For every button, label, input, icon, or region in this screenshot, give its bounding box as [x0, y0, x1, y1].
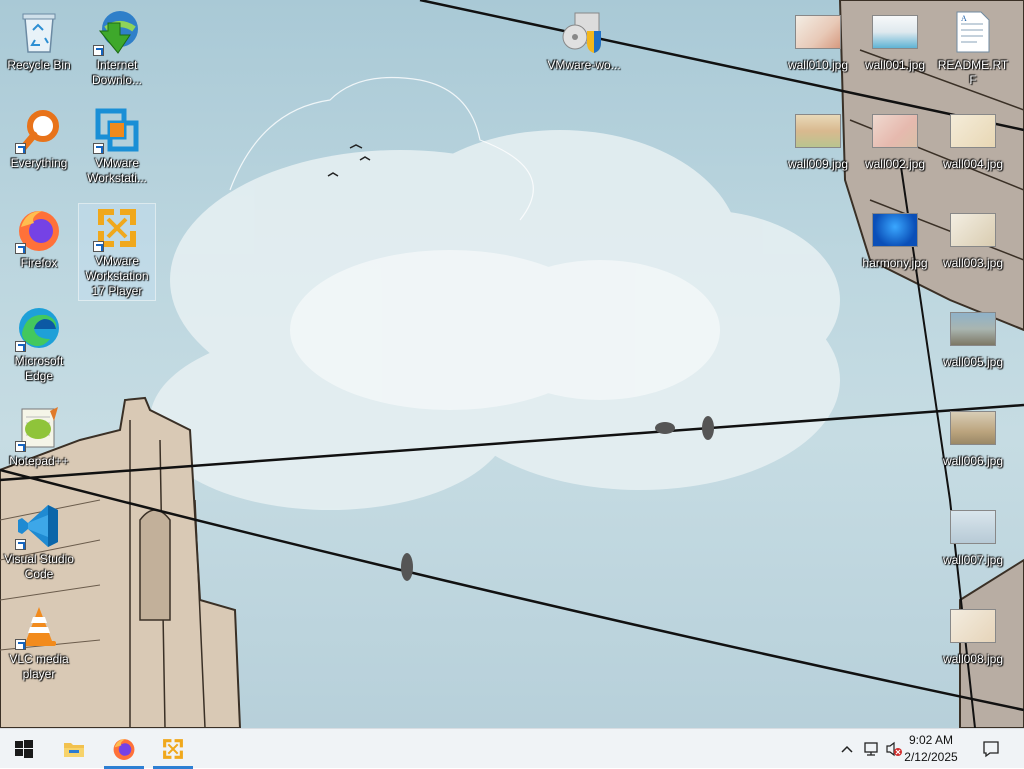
- icon-label: harmony.jpg: [862, 256, 928, 270]
- taskbar-clock[interactable]: 9:02 AM 2/12/2025: [896, 732, 966, 766]
- icon-label: VMware Workstation 17 Player: [85, 254, 149, 298]
- image-file-icon: [949, 404, 997, 452]
- internet-download-manager-shortcut[interactable]: Internet Downlo...: [79, 8, 155, 88]
- shortcut-arrow-icon: [15, 341, 26, 352]
- taskbar-vmware-player[interactable]: [149, 729, 197, 769]
- firefox-icon: [15, 206, 63, 254]
- vlc-shortcut[interactable]: VLC media player: [1, 602, 77, 682]
- installer-icon: [560, 8, 608, 56]
- recycle-bin-icon: [15, 8, 63, 56]
- svg-text:A: A: [961, 14, 967, 23]
- shortcut-arrow-icon: [15, 243, 26, 254]
- notifications-icon: [983, 741, 999, 758]
- image-file-icon: [949, 107, 997, 155]
- wall007-file[interactable]: wall007.jpg: [935, 503, 1011, 568]
- icon-label: Internet Downlo...: [91, 58, 143, 87]
- shortcut-arrow-icon: [93, 45, 104, 56]
- vscode-icon: [15, 502, 63, 550]
- icon-label: VMware Workstati...: [87, 156, 147, 185]
- wall002-file[interactable]: wall002.jpg: [857, 107, 933, 172]
- file-explorer-icon: [64, 743, 84, 757]
- desktop[interactable]: Recycle Bin Internet Downlo... Everythin…: [0, 0, 1024, 728]
- start-icon: [15, 740, 33, 758]
- notepadpp-icon: [15, 404, 63, 452]
- vmware-player-icon: [163, 739, 183, 759]
- image-file-icon: [794, 8, 842, 56]
- start-button[interactable]: [0, 729, 48, 769]
- icon-label: Firefox: [20, 256, 58, 270]
- clock-date: 2/12/2025: [904, 750, 958, 764]
- taskbar-file-explorer[interactable]: [50, 729, 98, 769]
- vmware-installer-file[interactable]: VMware-wo...: [546, 8, 622, 73]
- shortcut-arrow-icon: [93, 241, 104, 252]
- shortcut-arrow-icon: [93, 143, 104, 154]
- vmware-player-shortcut[interactable]: VMware Workstation 17 Player: [78, 203, 156, 301]
- vmware-player-icon: [93, 204, 141, 252]
- recycle-bin-shortcut[interactable]: Recycle Bin: [1, 8, 77, 73]
- harmony-file[interactable]: harmony.jpg: [857, 206, 933, 271]
- microsoft-edge-shortcut[interactable]: Microsoft Edge: [1, 304, 77, 384]
- edge-icon: [15, 304, 63, 352]
- network-button[interactable]: [862, 740, 880, 758]
- icon-label: Visual Studio Code: [4, 552, 74, 581]
- image-file-icon: [949, 602, 997, 650]
- chevron-up-icon: [841, 745, 853, 753]
- show-hidden-icons-button[interactable]: [838, 740, 856, 758]
- wall003-file[interactable]: wall003.jpg: [935, 206, 1011, 271]
- everything-shortcut[interactable]: Everything: [1, 106, 77, 171]
- vmware-workstation-shortcut[interactable]: VMware Workstati...: [79, 106, 155, 186]
- wall001-file[interactable]: wall001.jpg: [857, 8, 933, 73]
- action-center-button[interactable]: [982, 740, 1000, 758]
- idm-icon: [93, 8, 141, 56]
- taskbar-firefox[interactable]: [100, 729, 148, 769]
- icon-label: VLC media player: [9, 652, 69, 681]
- shortcut-arrow-icon: [15, 441, 26, 452]
- icon-label: wall005.jpg: [942, 355, 1004, 369]
- vmware-workstation-icon: [93, 106, 141, 154]
- icon-label: VMware-wo...: [547, 58, 621, 72]
- network-icon: [864, 742, 878, 756]
- clock-time: 9:02 AM: [908, 733, 954, 747]
- vlc-icon: [15, 602, 63, 650]
- visual-studio-code-shortcut[interactable]: Visual Studio Code: [1, 502, 77, 582]
- icon-label: wall010.jpg: [787, 58, 849, 72]
- icon-label: Notepad++: [9, 454, 69, 468]
- firefox-icon: [113, 739, 135, 760]
- icon-label: wall003.jpg: [942, 256, 1004, 270]
- icon-label: wall001.jpg: [864, 58, 926, 72]
- icon-label: wall002.jpg: [864, 157, 926, 171]
- image-file-icon: [794, 107, 842, 155]
- icon-label: Microsoft Edge: [14, 354, 64, 383]
- image-file-icon: [949, 503, 997, 551]
- shortcut-arrow-icon: [15, 143, 26, 154]
- firefox-shortcut[interactable]: Firefox: [1, 206, 77, 271]
- icon-label: wall006.jpg: [942, 454, 1004, 468]
- document-icon: A: [949, 8, 997, 56]
- icon-label: README.RTF: [937, 58, 1009, 87]
- wall008-file[interactable]: wall008.jpg: [935, 602, 1011, 667]
- image-file-icon: [871, 206, 919, 254]
- everything-search-icon: [15, 106, 63, 154]
- wall006-file[interactable]: wall006.jpg: [935, 404, 1011, 469]
- wall005-file[interactable]: wall005.jpg: [935, 305, 1011, 370]
- icon-label: wall009.jpg: [787, 157, 849, 171]
- notepad-plus-plus-shortcut[interactable]: Notepad++: [1, 404, 77, 469]
- image-file-icon: [949, 206, 997, 254]
- image-file-icon: [949, 305, 997, 353]
- taskbar: 9:02 AM 2/12/2025: [0, 728, 1024, 769]
- image-file-icon: [871, 8, 919, 56]
- readme-file[interactable]: A README.RTF: [935, 8, 1011, 88]
- icon-label: wall008.jpg: [942, 652, 1004, 666]
- wall009-file[interactable]: wall009.jpg: [780, 107, 856, 172]
- image-file-icon: [871, 107, 919, 155]
- wall004-file[interactable]: wall004.jpg: [935, 107, 1011, 172]
- icon-label: wall004.jpg: [942, 157, 1004, 171]
- icon-label: wall007.jpg: [942, 553, 1004, 567]
- wall010-file[interactable]: wall010.jpg: [780, 8, 856, 73]
- icon-label: Everything: [10, 156, 68, 170]
- shortcut-arrow-icon: [15, 539, 26, 550]
- icon-label: Recycle Bin: [7, 58, 71, 72]
- shortcut-arrow-icon: [15, 639, 26, 650]
